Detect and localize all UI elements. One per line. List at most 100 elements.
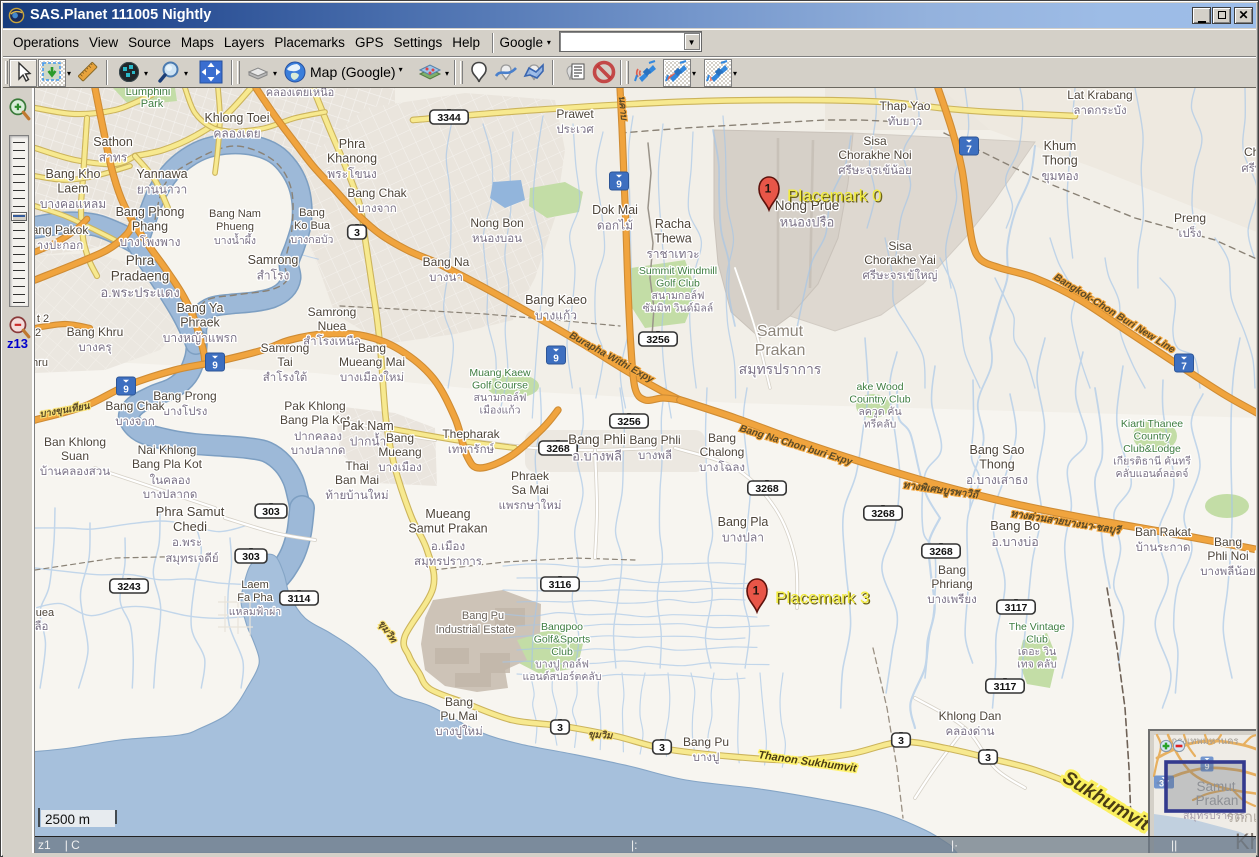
svg-text:สมุทรเจดีย์: สมุทรเจดีย์ [165, 551, 218, 565]
svg-text:ดอกไม้: ดอกไม้ [597, 219, 633, 233]
svg-text:Bang: Bang [386, 431, 414, 445]
svg-text:Nai Khlong: Nai Khlong [138, 443, 197, 457]
svg-text:บางโพงพาง: บางโพงพาง [120, 235, 181, 249]
svg-text:Lat Krabang: Lat Krabang [1067, 88, 1132, 102]
svg-text:Bang Pu: Bang Pu [462, 610, 504, 622]
svg-text:คลองเตยเหนือ: คลองเตยเหนือ [266, 88, 335, 99]
svg-text:ang Pakok: ang Pakok [35, 223, 89, 237]
svg-text:un: un [129, 88, 141, 91]
svg-text:Phra Samut: Phra Samut [156, 504, 225, 519]
svg-text:Phra: Phra [126, 253, 155, 268]
svg-text:7: 7 [1181, 361, 1187, 372]
svg-text:บ้านระกาด: บ้านระกาด [1136, 541, 1191, 554]
svg-text:อ.เมือง: อ.เมือง [431, 540, 465, 553]
svg-text:บางโฉลง: บางโฉลง [699, 460, 745, 474]
svg-text:303: 303 [242, 551, 260, 563]
svg-text:สำโรง: สำโรง [257, 269, 290, 283]
svg-text:เดอะ วิน: เดอะ วิน [1018, 646, 1056, 658]
svg-text:Khlong Dan: Khlong Dan [939, 709, 1002, 723]
svg-text:Phraek: Phraek [511, 469, 550, 483]
svg-text:บางหญ้าแพรก: บางหญ้าแพรก [163, 331, 237, 345]
svg-text:บางจาก: บางจาก [115, 416, 155, 428]
svg-text:3: 3 [659, 742, 665, 754]
svg-text:B: B [1255, 549, 1256, 563]
svg-text:Bang: Bang [299, 207, 325, 219]
svg-text:Prawet: Prawet [556, 107, 594, 121]
svg-text:Bangpoo: Bangpoo [541, 621, 583, 633]
svg-text:3116: 3116 [549, 579, 572, 591]
svg-text:3268: 3268 [929, 546, 953, 558]
svg-text:Bang: Bang [358, 341, 386, 355]
svg-text:บางเมือง: บางเมือง [378, 461, 421, 474]
svg-text:Ban Rakat: Ban Rakat [1135, 525, 1192, 539]
svg-text:สำโรงใต้: สำโรงใต้ [263, 370, 308, 384]
svg-text:Pradaeng: Pradaeng [111, 269, 170, 284]
svg-text:Nuea: Nuea [318, 319, 347, 333]
svg-text:บางเมืองใหม่: บางเมืองใหม่ [340, 371, 404, 384]
svg-text:Bang Pla Kot: Bang Pla Kot [280, 413, 351, 427]
svg-text:Phang: Phang [132, 220, 168, 234]
svg-text:Bang Phli: Bang Phli [568, 432, 626, 447]
svg-text:3243: 3243 [117, 581, 141, 593]
svg-text:บางจาก: บางจาก [357, 203, 397, 215]
svg-text:Bang Pla: Bang Pla [718, 515, 769, 529]
svg-text:Muang Kaew: Muang Kaew [469, 367, 531, 379]
svg-text:Bang Chak: Bang Chak [347, 186, 407, 200]
svg-text:บ้านคลองสวน: บ้านคลองสวน [40, 465, 110, 478]
svg-text:างปะกอก: างปะกอก [37, 240, 83, 252]
svg-text:คลองด่าน: คลองด่าน [945, 726, 994, 738]
svg-text:Bang Pu: Bang Pu [683, 735, 729, 749]
svg-text:Summit Windmill: Summit Windmill [639, 265, 717, 277]
svg-text:Tai: Tai [277, 355, 292, 369]
svg-text:Pu Mai: Pu Mai [440, 709, 477, 723]
svg-text:Pak Khlong: Pak Khlong [284, 399, 345, 413]
svg-text:Club&Lodge: Club&Lodge [1123, 443, 1181, 455]
svg-text:แหลมฟ้าผ่า: แหลมฟ้าผ่า [229, 606, 281, 618]
svg-text:บางพลีน้อย: บางพลีน้อย [1200, 565, 1256, 578]
svg-text:Sisa: Sisa [888, 239, 912, 253]
svg-text:9: 9 [212, 360, 218, 371]
svg-text:Country Club: Country Club [849, 394, 910, 406]
svg-text:บางนา: บางนา [429, 272, 463, 284]
svg-text:แอนด์สปอร์ตคลับ: แอนด์สปอร์ตคลับ [522, 670, 601, 683]
svg-text:3: 3 [557, 722, 563, 734]
svg-text:Bang: Bang [708, 431, 736, 445]
svg-text:Samrong: Samrong [248, 253, 299, 267]
svg-text:Laem: Laem [241, 579, 269, 591]
svg-text:ในคลอง: ในคลอง [150, 474, 191, 487]
svg-text:สาทร: สาทร [99, 151, 128, 165]
svg-text:Bang Phli: Bang Phli [629, 433, 680, 447]
svg-text:หนองปรือ: หนองปรือ [780, 215, 835, 230]
svg-text:Park: Park [141, 98, 164, 110]
svg-text:Mueang Mai: Mueang Mai [339, 355, 405, 369]
svg-text:Thong: Thong [979, 458, 1014, 472]
svg-text:Samrong: Samrong [308, 305, 357, 319]
svg-text:Bang Phong: Bang Phong [116, 205, 185, 219]
svg-text:Khanong: Khanong [327, 152, 377, 166]
svg-text:Bang Na: Bang Na [423, 255, 470, 269]
svg-text:พระโขนง: พระโขนง [327, 167, 377, 181]
svg-text:3268: 3268 [755, 483, 779, 495]
svg-text:เกียรติธานี คันทรี: เกียรติธานี คันทรี [1113, 455, 1191, 468]
svg-text:สมุทรปราการ: สมุทรปราการ [739, 361, 822, 378]
svg-text:คลับแอนด์ลอดจ์: คลับแอนด์ลอดจ์ [1116, 467, 1189, 480]
svg-text:Chor: Chor [1244, 145, 1256, 159]
svg-text:Samut: Samut [757, 323, 804, 340]
svg-text:Phriang: Phriang [931, 577, 972, 591]
svg-text:Mueang: Mueang [378, 445, 421, 459]
svg-text:ซัมมิท วินด์มิลล์: ซัมมิท วินด์มิลล์ [643, 302, 714, 315]
svg-text:Bang Chak: Bang Chak [105, 399, 165, 413]
svg-text:Thai: Thai [345, 459, 368, 473]
svg-text:Phraek: Phraek [180, 316, 220, 330]
svg-text:1: 1 [765, 182, 772, 196]
svg-text:หนองบอน: หนองบอน [472, 233, 522, 245]
svg-text:Bang: Bang [1214, 535, 1242, 549]
svg-text:3: 3 [898, 735, 904, 747]
svg-text:Thong: Thong [1042, 154, 1077, 168]
svg-text:Placemark 0: Placemark 0 [787, 186, 881, 205]
svg-text:Kiarti Thanee: Kiarti Thanee [1121, 418, 1183, 430]
svg-text:Suan: Suan [61, 449, 89, 463]
svg-text:Bang Kho: Bang Kho [46, 167, 101, 181]
svg-text:Bang: Bang [445, 695, 473, 709]
svg-text:303: 303 [262, 506, 280, 518]
